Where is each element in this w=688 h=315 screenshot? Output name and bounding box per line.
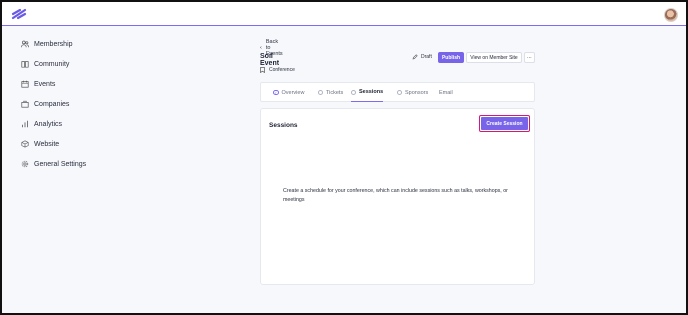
sidebar-item-label: Companies bbox=[34, 100, 70, 108]
draft-label: Draft bbox=[421, 54, 432, 60]
tab-label: Tickets bbox=[326, 89, 344, 96]
tab-label: Sponsors bbox=[405, 89, 429, 96]
sidebar-item-label: Website bbox=[34, 140, 60, 148]
page-title: Soil Event bbox=[260, 53, 280, 67]
check-circle-icon: ✓ bbox=[273, 89, 279, 96]
sidebar-item-general-settings[interactable]: General Settings bbox=[21, 157, 86, 171]
view-on-member-site-button[interactable]: View on Member Site bbox=[466, 52, 522, 63]
tab-label: Overview bbox=[281, 89, 305, 96]
circle-icon bbox=[318, 90, 323, 95]
bookmark-icon bbox=[260, 67, 265, 73]
briefcase-icon bbox=[21, 100, 29, 108]
app-window: Membership Community Events Companies An… bbox=[0, 0, 688, 315]
bar-chart-icon bbox=[22, 120, 28, 128]
empty-state-text: Create a schedule for your conference, w… bbox=[283, 188, 508, 203]
sidebar-item-website[interactable]: Website bbox=[21, 137, 59, 151]
more-options-button[interactable]: ⋯ bbox=[524, 52, 535, 63]
tab-sessions[interactable]: Sessions bbox=[351, 83, 384, 102]
tab-label: Email bbox=[439, 89, 453, 96]
calendar-icon bbox=[21, 80, 29, 88]
event-tabs: ✓ Overview Tickets Sessions Sponsors Ema… bbox=[260, 82, 535, 102]
sidebar: Membership Community Events Companies An… bbox=[2, 28, 202, 315]
publish-button[interactable]: Publish bbox=[438, 52, 464, 63]
app-logo-icon[interactable] bbox=[11, 7, 27, 21]
circle-icon bbox=[351, 89, 356, 95]
tab-email[interactable]: Email bbox=[439, 83, 453, 102]
tab-sponsors[interactable]: Sponsors bbox=[397, 83, 428, 102]
pencil-icon bbox=[412, 54, 418, 60]
sidebar-item-companies[interactable]: Companies bbox=[21, 97, 69, 111]
top-bar bbox=[2, 2, 686, 26]
event-type-label: Conference bbox=[269, 67, 295, 73]
sidebar-item-community[interactable]: Community bbox=[21, 57, 69, 71]
tab-overview[interactable]: ✓ Overview bbox=[273, 83, 304, 102]
tab-label: Sessions bbox=[359, 89, 384, 95]
chevron-left-icon: ‹ bbox=[260, 45, 262, 51]
create-session-button[interactable]: Create Session bbox=[481, 117, 528, 130]
book-icon bbox=[21, 61, 29, 68]
sidebar-item-label: Membership bbox=[34, 40, 73, 48]
create-session-highlight: Create Session bbox=[479, 115, 530, 132]
sidebar-item-membership[interactable]: Membership bbox=[21, 37, 73, 51]
gear-icon bbox=[21, 160, 29, 168]
sidebar-item-analytics[interactable]: Analytics bbox=[21, 117, 62, 131]
sidebar-item-label: General Settings bbox=[34, 160, 87, 168]
event-type: Conference bbox=[260, 67, 295, 73]
draft-status: Draft bbox=[412, 54, 432, 60]
tab-tickets[interactable]: Tickets bbox=[318, 83, 343, 102]
sidebar-item-events[interactable]: Events bbox=[21, 77, 55, 91]
sessions-card: Sessions Create Session Create a schedul… bbox=[260, 108, 535, 285]
users-icon bbox=[21, 40, 29, 48]
sessions-title: Sessions bbox=[269, 122, 298, 129]
sidebar-item-label: Community bbox=[34, 60, 70, 68]
sidebar-item-label: Analytics bbox=[34, 120, 63, 128]
cube-icon bbox=[21, 140, 29, 148]
sidebar-item-label: Events bbox=[34, 80, 56, 88]
user-avatar[interactable] bbox=[664, 8, 678, 22]
circle-icon bbox=[397, 90, 402, 95]
